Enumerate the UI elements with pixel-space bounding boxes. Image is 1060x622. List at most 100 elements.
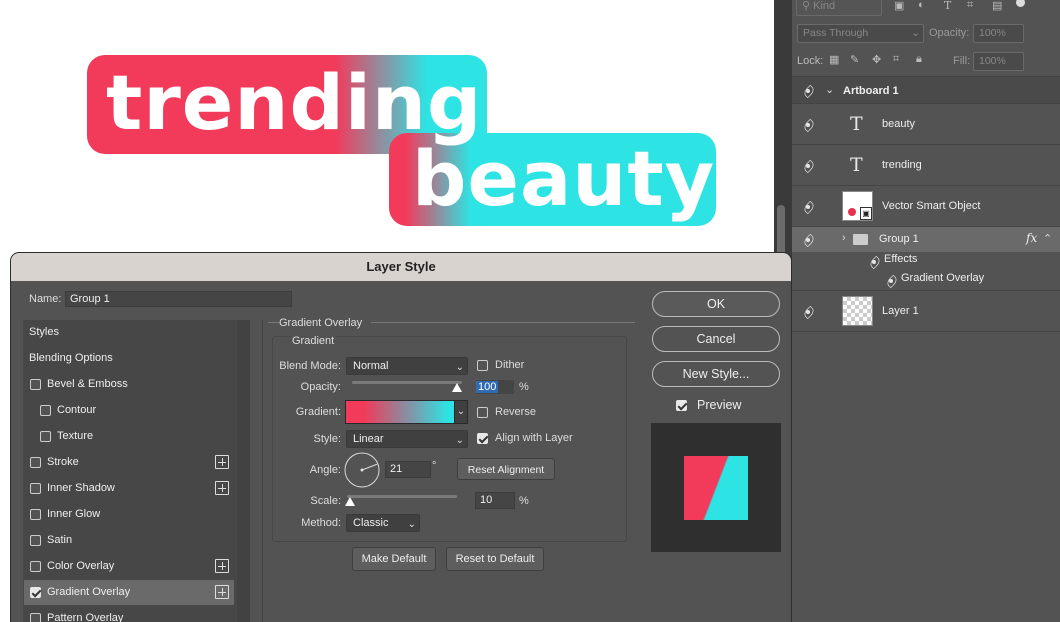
visibility-eye-icon[interactable] [801, 120, 815, 130]
visibility-eye-icon[interactable] [801, 86, 815, 96]
style-preview-box [651, 423, 781, 552]
visibility-eye-icon[interactable] [801, 307, 815, 317]
gradient-swatch[interactable] [345, 400, 467, 424]
chevron-right-icon[interactable]: › [842, 232, 846, 244]
type-icon: T [850, 113, 863, 135]
layer-style-dialog: Layer Style Name: Group 1 Gradient Overl… [11, 253, 791, 622]
style-item-texture[interactable]: Texture [24, 424, 234, 449]
percent-label: % [519, 381, 529, 393]
style-item-stroke[interactable]: Stroke [24, 450, 234, 475]
style-checkbox[interactable] [30, 561, 41, 572]
opacity-slider-track[interactable] [352, 381, 462, 384]
lock-position-icon[interactable]: ✥ [872, 53, 881, 66]
style-item-blending-options[interactable]: Blending Options [24, 346, 234, 371]
reverse-checkbox[interactable] [477, 407, 488, 418]
style-select[interactable]: Linear ⌄ [346, 430, 468, 448]
smart-object-filter-icon[interactable]: ▤ [992, 0, 1002, 12]
reset-alignment-button[interactable]: Reset Alignment [457, 458, 555, 480]
style-item-bevel-emboss[interactable]: Bevel & Emboss [24, 372, 234, 397]
style-item-inner-glow[interactable]: Inner Glow [24, 502, 234, 527]
style-checkbox[interactable] [40, 405, 51, 416]
scale-slider-knob[interactable] [345, 497, 355, 506]
style-item-label: Pattern Overlay [47, 612, 124, 622]
style-checkbox[interactable] [30, 535, 41, 546]
lock-transparent-icon[interactable]: ▦ [829, 53, 839, 66]
chevron-down-icon[interactable]: ⌄ [825, 83, 834, 96]
method-select[interactable]: Classic ⌄ [346, 514, 420, 532]
style-checkbox[interactable] [30, 613, 41, 622]
add-effect-plus-icon[interactable] [215, 481, 229, 495]
new-style-button[interactable]: New Style... [652, 361, 780, 387]
type-filter-icon[interactable]: T [944, 0, 951, 12]
scale-field[interactable]: 10 [475, 492, 515, 509]
lock-all-icon[interactable]: 🔒︎ [916, 53, 922, 66]
layer-row-trending[interactable]: T trending [792, 145, 1060, 186]
chevron-up-icon[interactable]: ⌃ [1043, 232, 1052, 245]
layer-blend-mode-select[interactable]: Pass Through ⌄ [797, 24, 924, 43]
align-with-layer-checkbox[interactable] [477, 433, 488, 444]
styles-list-scrollbar[interactable] [237, 320, 250, 622]
effect-visibility-eye-icon[interactable] [884, 276, 898, 286]
layer-row-beauty[interactable]: T beauty [792, 104, 1060, 145]
visibility-eye-icon[interactable] [801, 235, 815, 245]
filter-toggle-icon[interactable] [1016, 0, 1025, 7]
image-filter-icon[interactable]: ▣ [894, 0, 904, 12]
shape-filter-icon[interactable]: ⌗ [967, 0, 973, 12]
style-checkbox[interactable] [40, 431, 51, 442]
angle-value: 21 [390, 463, 403, 475]
visibility-eye-icon[interactable] [801, 161, 815, 171]
add-effect-plus-icon[interactable] [215, 455, 229, 469]
cancel-button[interactable]: Cancel [652, 326, 780, 352]
angle-dial[interactable] [343, 451, 381, 489]
style-checkbox[interactable] [30, 587, 41, 598]
style-item-contour[interactable]: Contour [24, 398, 234, 423]
style-item-label: Color Overlay [47, 560, 115, 572]
style-item-color-overlay[interactable]: Color Overlay [24, 554, 234, 579]
fill-value: 100% [979, 55, 1006, 67]
effects-visibility-eye-icon[interactable] [867, 257, 881, 267]
fill-label: Fill: [953, 55, 971, 67]
lock-artboard-icon[interactable]: ⌗ [893, 53, 899, 66]
dither-checkbox[interactable] [477, 360, 488, 371]
angle-field[interactable]: 21 [385, 461, 431, 478]
chevron-down-icon: ⌄ [455, 435, 464, 446]
effect-gradient-overlay[interactable]: Gradient Overlay [901, 272, 984, 284]
style-item-pattern-overlay[interactable]: Pattern Overlay [24, 606, 234, 622]
preview-checkbox[interactable] [676, 400, 687, 411]
style-item-label: Satin [47, 534, 73, 546]
layer-row-group-1[interactable]: › Group 1 fx ⌃ [792, 227, 1060, 252]
layer-row-layer-1[interactable]: Layer 1 [792, 291, 1060, 332]
filter-kind-select[interactable]: ⚲ Kind [796, 0, 882, 16]
layer-name-field[interactable]: Group 1 [65, 291, 292, 307]
transparent-thumbnail [842, 296, 873, 326]
adjustment-filter-icon[interactable]: ◐ [918, 0, 925, 11]
gradient-picker-chevron-icon[interactable]: ⌄ [454, 400, 468, 424]
style-checkbox[interactable] [30, 457, 41, 468]
opacity-field[interactable]: 100 [475, 379, 515, 395]
fx-icon[interactable]: fx [1026, 231, 1037, 245]
style-item-inner-shadow[interactable]: Inner Shadow [24, 476, 234, 501]
lock-image-icon[interactable]: ✎ [850, 53, 859, 66]
style-item-gradient-overlay[interactable]: Gradient Overlay [24, 580, 234, 605]
add-effect-plus-icon[interactable] [215, 559, 229, 573]
style-item-styles[interactable]: Styles [24, 320, 234, 345]
ok-button[interactable]: OK [652, 291, 780, 317]
style-item-label: Gradient Overlay [47, 586, 131, 598]
opacity-slider-knob[interactable] [452, 383, 462, 392]
lock-label: Lock: [797, 55, 824, 67]
visibility-eye-icon[interactable] [801, 202, 815, 212]
add-effect-plus-icon[interactable] [215, 585, 229, 599]
layer-opacity-field[interactable]: 100% [973, 24, 1024, 43]
make-default-button[interactable]: Make Default [352, 547, 436, 571]
reset-to-default-button[interactable]: Reset to Default [446, 547, 544, 571]
style-checkbox[interactable] [30, 379, 41, 390]
style-checkbox[interactable] [30, 509, 41, 520]
scale-slider-track[interactable] [347, 495, 457, 498]
style-item-satin[interactable]: Satin [24, 528, 234, 553]
layer-fill-field[interactable]: 100% [973, 52, 1024, 71]
blend-mode-select[interactable]: Normal ⌄ [346, 357, 468, 375]
layer-row-artboard[interactable]: ⌄ Artboard 1 [792, 76, 1060, 104]
layer-row-vector-smart-object[interactable]: ▣ Vector Smart Object [792, 186, 1060, 227]
logo-text-trending: trending [106, 58, 483, 147]
style-checkbox[interactable] [30, 483, 41, 494]
